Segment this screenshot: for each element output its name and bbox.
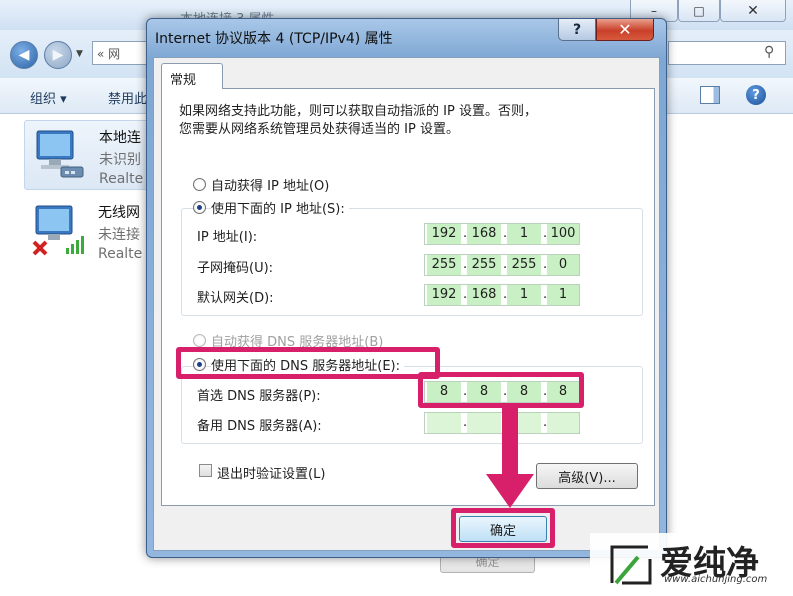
- network-adapter-icon: [36, 130, 84, 178]
- connection-device: Realte: [99, 171, 144, 187]
- help-icon[interactable]: ?: [746, 85, 766, 105]
- default-gateway-label: 默认网关(D):: [197, 291, 274, 306]
- ip-octet: 192: [427, 224, 461, 244]
- connection-device: Realte: [98, 246, 143, 262]
- preview-pane-icon[interactable]: [700, 86, 720, 104]
- dialog-help-button[interactable]: ?: [558, 19, 596, 41]
- dialog-title: Internet 协议版本 4 (TCP/IPv4) 属性: [155, 31, 393, 47]
- ip-octet: 255: [507, 255, 541, 275]
- background-maximize-button[interactable]: □: [678, 0, 720, 22]
- connection-name: 本地连: [99, 130, 141, 146]
- ip-octet: 1: [507, 285, 541, 305]
- connection-status: 未识别: [99, 152, 141, 168]
- search-icon[interactable]: ⚲: [764, 44, 774, 60]
- ip-octet: 100: [547, 224, 579, 244]
- chevron-down-icon[interactable]: ▼: [76, 49, 83, 59]
- advanced-button[interactable]: 高级(V)...: [536, 463, 638, 489]
- ip-octet: [427, 413, 461, 433]
- ip-octet: [547, 413, 579, 433]
- radio-manual-ip-label: 使用下面的 IP 地址(S):: [211, 198, 349, 217]
- radio-auto-ip-label: 自动获得 IP 地址(O): [211, 179, 330, 194]
- ip-address-label: IP 地址(I):: [197, 230, 258, 245]
- address-bar[interactable]: « 网: [92, 41, 150, 65]
- ip-octet: 1: [507, 224, 541, 244]
- wireless-adapter-icon: [32, 205, 84, 256]
- validate-on-exit-checkbox[interactable]: [199, 464, 212, 477]
- ip-address-input[interactable]: 192 . 168 . 1 . 100: [424, 223, 580, 245]
- radio-manual-ip[interactable]: [193, 201, 206, 214]
- tcpip-properties-dialog: Internet 协议版本 4 (TCP/IPv4) 属性 ? ✕ 常规 如果网…: [146, 18, 667, 558]
- ip-octet: 1: [547, 285, 579, 305]
- disable-device-button[interactable]: 禁用此: [108, 88, 147, 107]
- validate-on-exit-label: 退出时验证设置(L): [217, 467, 326, 482]
- background-close-button[interactable]: ✕: [720, 0, 786, 22]
- forward-arrow-icon[interactable]: ▶: [44, 41, 72, 69]
- tab-general[interactable]: 常规: [161, 63, 223, 89]
- radio-auto-dns[interactable]: [193, 334, 206, 347]
- watermark-url: www.aichunjing.com: [664, 574, 768, 585]
- subnet-mask-label: 子网掩码(U):: [197, 261, 274, 276]
- down-arrow-icon: [486, 404, 534, 508]
- watermark-logo-icon: [610, 545, 652, 585]
- ip-octet: 255: [467, 255, 501, 275]
- back-arrow-icon[interactable]: ◀: [10, 41, 38, 69]
- connection-name: 无线网: [98, 205, 140, 221]
- connection-status: 未连接: [98, 227, 140, 243]
- highlight-ok-button: [451, 508, 555, 548]
- ip-octet: 255: [427, 255, 461, 275]
- description-line-1: 如果网络支持此功能，则可以获取自动指派的 IP 设置。否则，: [179, 104, 537, 119]
- highlight-dns-manual-option: [176, 347, 440, 379]
- organize-menu-button[interactable]: 组织 ▾: [30, 88, 67, 107]
- subnet-mask-input[interactable]: 255 . 255 . 255 . 0: [424, 254, 580, 276]
- description-line-2: 您需要从网络系统管理员处获得适当的 IP 设置。: [179, 122, 459, 137]
- ip-octet: 0: [547, 255, 579, 275]
- alternate-dns-label: 备用 DNS 服务器(A):: [197, 419, 322, 434]
- ip-octet: 168: [467, 224, 501, 244]
- default-gateway-input[interactable]: 192 . 168 . 1 . 1: [424, 284, 580, 306]
- ip-octet: 192: [427, 285, 461, 305]
- highlight-preferred-dns: [418, 372, 584, 408]
- ip-octet: 168: [467, 285, 501, 305]
- preferred-dns-label: 首选 DNS 服务器(P):: [197, 389, 321, 404]
- radio-auto-ip[interactable]: [193, 178, 206, 191]
- dialog-close-button[interactable]: ✕: [596, 19, 654, 41]
